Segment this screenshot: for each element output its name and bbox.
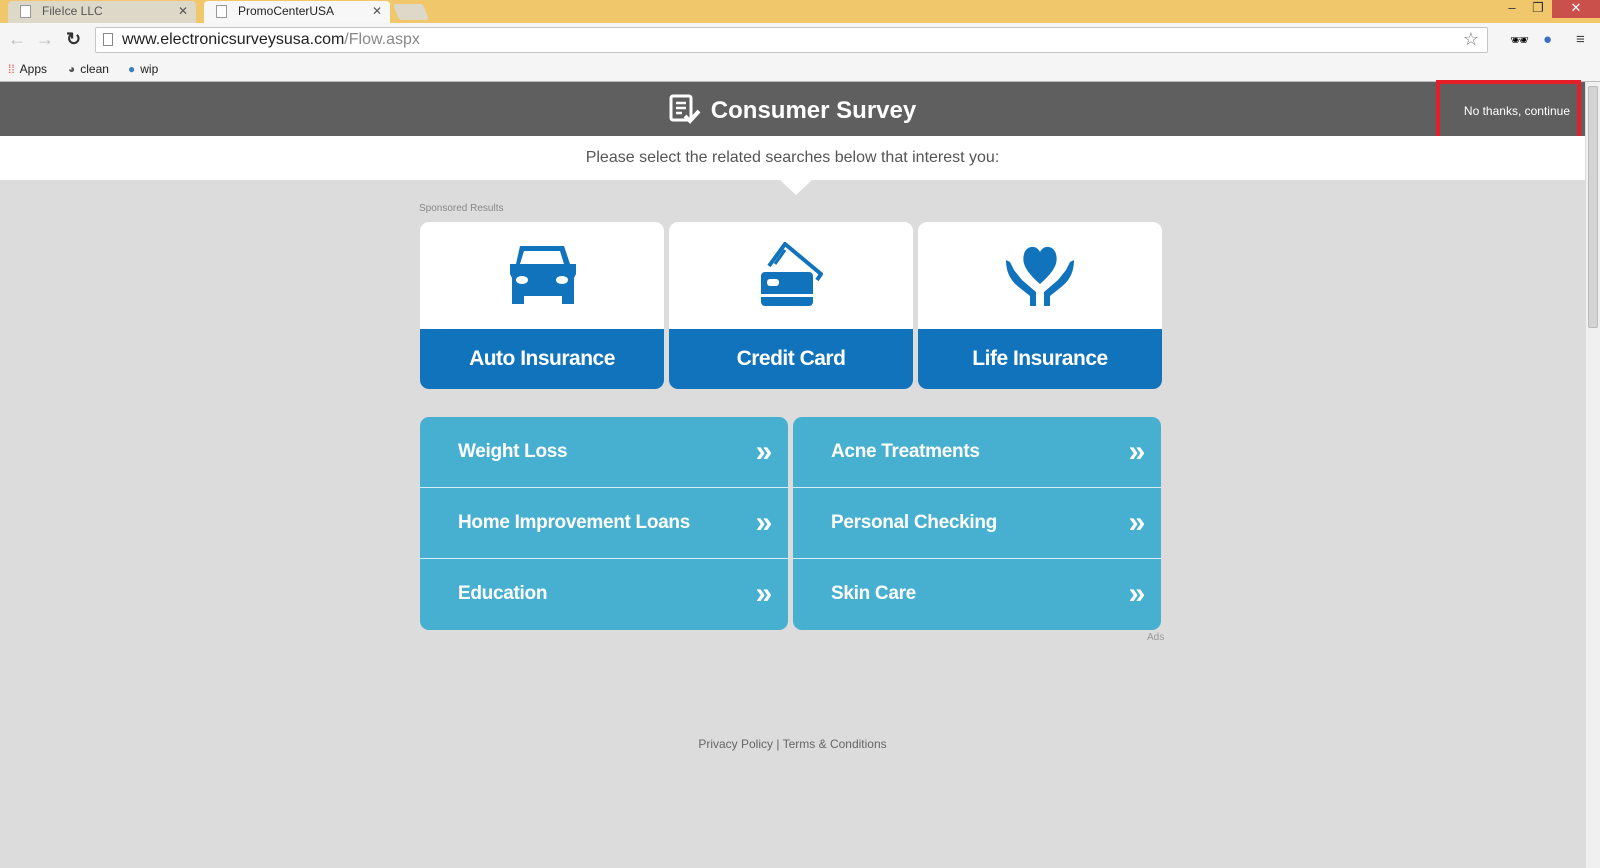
survey-checklist-icon [669,94,701,124]
restore-icon[interactable]: ❐ [1526,0,1550,18]
bookmark-clean[interactable]: ◕ clean [68,62,109,76]
related-searches-left: Weight Loss » Home Improvement Loans » Edu… [420,417,788,630]
ads-label: Ads [1147,632,1165,643]
menu-icon[interactable]: ≡ [1576,31,1585,48]
double-chevron-right-icon: » [1128,577,1146,610]
footer-separator: | [776,737,780,751]
link-personal-checking[interactable]: Personal Checking » [793,488,1161,559]
link-acne-treatments[interactable]: Acne Treatments » [793,417,1161,488]
browser-toolbar: ← → ↻ www.electronicsurveysusa.com/Flow.… [0,23,1600,58]
tab-label: FileIce LLC [42,4,103,18]
link-education[interactable]: Education » [420,559,788,630]
credit-card-icon [761,241,824,306]
card-credit-card[interactable]: Credit Card [669,222,913,389]
terms-conditions-link[interactable]: Terms & Conditions [783,737,887,751]
no-thanks-continue-link[interactable]: No thanks, continue [1436,80,1581,142]
card-life-insurance[interactable]: Life Insurance [918,222,1162,389]
link-label: Home Improvement Loans [458,512,691,533]
url-host: www.electronicsurveysusa.com [122,31,345,48]
minimize-icon[interactable]: – [1500,0,1524,18]
card-label: Credit Card [669,329,913,389]
title-text: Consumer Survey [710,97,917,124]
card-label: Life Insurance [918,329,1162,389]
close-tab-icon[interactable]: ✕ [178,1,188,22]
link-home-improvement-loans[interactable]: Home Improvement Loans » [420,488,788,559]
clock-icon: ◕ [68,62,76,76]
link-label: Personal Checking [831,512,997,533]
link-weight-loss[interactable]: Weight Loss » [420,417,788,488]
bookmarks-bar: ⁞⁞ Apps ◕ clean ● wip [0,58,1600,82]
forward-icon[interactable]: → [36,29,54,50]
page-icon [216,5,227,18]
car-icon [510,246,576,304]
footer: Privacy Policy | Terms & Conditions [0,737,1585,751]
tab-bar: FileIce LLC ✕ PromoCenterUSA ✕ – ❐ ✕ [0,0,1600,23]
double-chevron-right-icon: » [755,506,773,539]
privacy-policy-link[interactable]: Privacy Policy [698,737,773,751]
tab-promocenter[interactable]: PromoCenterUSA ✕ [204,1,390,23]
scrollbar-thumb[interactable] [1588,86,1598,328]
globe-icon[interactable]: ● [1543,31,1552,48]
link-label: Weight Loss [458,441,568,462]
instructions-text: Please select the related searches below… [0,136,1585,180]
globe-icon: ● [128,62,136,76]
bookmark-label: Apps [19,62,48,76]
sponsored-label: Sponsored Results [419,203,504,214]
window-close-icon[interactable]: ✕ [1552,0,1600,18]
tab-fileice[interactable]: FileIce LLC ✕ [8,1,196,23]
link-label: Skin Care [831,583,916,604]
apps-grid-icon: ⁞⁞ [8,62,15,76]
card-auto-insurance[interactable]: Auto Insurance [420,222,664,389]
page-icon [103,33,113,46]
reload-icon[interactable]: ↻ [66,29,81,50]
link-skin-care[interactable]: Skin Care » [793,559,1161,630]
url-path: /Flow.aspx [344,31,420,48]
heart-hands-icon [1006,246,1074,306]
tab-label: PromoCenterUSA [238,4,335,18]
favicon [20,5,31,18]
incognito-mask-icon[interactable]: 🕶 [1510,31,1529,49]
double-chevron-right-icon: » [1128,506,1146,539]
bookmark-label: wip [140,62,159,76]
address-bar[interactable]: www.electronicsurveysusa.com/Flow.aspx ☆ [95,27,1488,53]
pointer-notch [780,180,812,195]
bookmark-wip[interactable]: ● wip [128,62,158,76]
bookmark-apps[interactable]: ⁞⁞ Apps [8,62,47,76]
page-header: Consumer Survey No thanks, continue [0,80,1585,142]
new-tab-button[interactable] [393,4,429,20]
close-tab-icon[interactable]: ✕ [372,1,382,22]
bookmark-label: clean [80,62,109,76]
link-label: Acne Treatments [831,441,980,462]
double-chevron-right-icon: » [755,577,773,610]
related-searches-right: Acne Treatments » Personal Checking » Skin… [793,417,1161,630]
card-label: Auto Insurance [420,329,664,389]
bookmark-star-icon[interactable]: ☆ [1463,27,1479,51]
link-label: Education [458,583,548,604]
double-chevron-right-icon: » [1128,435,1146,468]
page-title: Consumer Survey [0,94,1585,125]
vertical-scrollbar[interactable] [1585,82,1600,868]
double-chevron-right-icon: » [755,435,773,468]
back-icon[interactable]: ← [8,29,26,50]
